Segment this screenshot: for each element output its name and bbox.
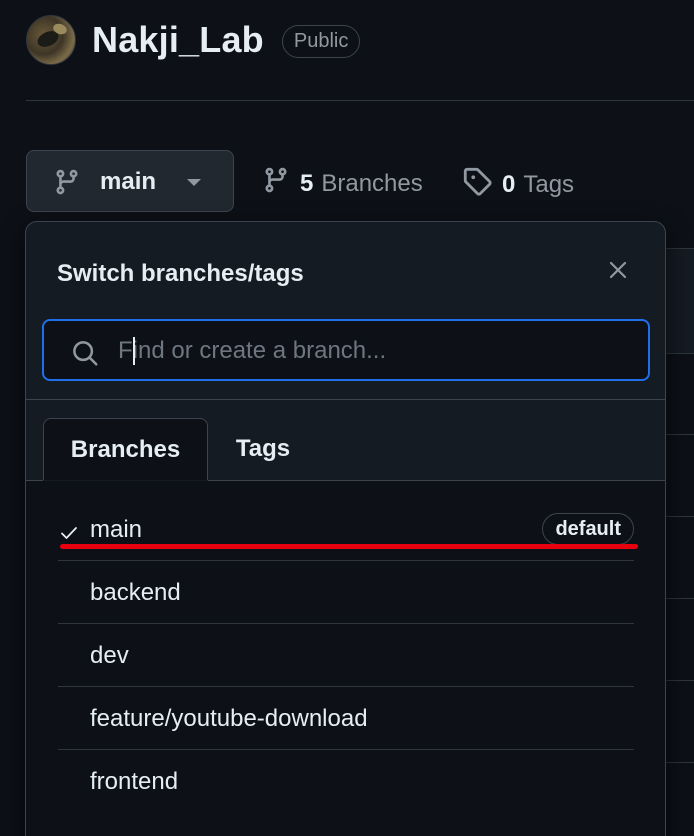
- branch-name: dev: [90, 642, 129, 669]
- tabs-baseline: [26, 480, 43, 481]
- switch-branches-dropdown: Switch branches/tags Branches Tags main: [25, 221, 666, 836]
- check-icon: [60, 526, 78, 545]
- dropdown-divider: [26, 399, 665, 400]
- branch-item-frontend[interactable]: frontend: [58, 750, 634, 813]
- background-divider: [666, 516, 694, 517]
- tag-icon: [462, 166, 492, 203]
- background-divider: [666, 680, 694, 681]
- branch-name: backend: [90, 579, 181, 606]
- avatar[interactable]: [26, 15, 76, 65]
- branch-item-backend[interactable]: backend: [58, 561, 634, 624]
- page: Nakji_Lab Public main 5 Branches 0 Tags …: [0, 0, 694, 836]
- background-divider: [666, 598, 694, 599]
- branch-select-button[interactable]: main: [26, 150, 234, 212]
- header-divider: [26, 100, 694, 101]
- branch-search-field[interactable]: [42, 319, 650, 381]
- tab-branches[interactable]: Branches: [43, 418, 208, 480]
- search-icon: [70, 338, 100, 373]
- branch-name: feature/youtube-download: [90, 705, 368, 732]
- branch-name: main: [90, 516, 143, 543]
- background-file-header: [666, 248, 694, 354]
- background-divider: [666, 434, 694, 435]
- close-icon[interactable]: [606, 258, 630, 282]
- red-annotation-underline: [60, 544, 638, 549]
- tags-count: 0: [502, 170, 516, 198]
- text-cursor: [133, 337, 135, 365]
- tab-tags[interactable]: Tags: [218, 418, 308, 480]
- git-branch-icon: [262, 166, 290, 201]
- branches-link[interactable]: 5 Branches: [262, 166, 423, 201]
- current-branch-label: main: [100, 168, 157, 195]
- branch-item-feature-youtube-download[interactable]: feature/youtube-download: [58, 687, 634, 750]
- repo-header: Nakji_Lab Public: [26, 14, 361, 66]
- branch-item-dev[interactable]: dev: [58, 624, 634, 687]
- branch-item-main[interactable]: main default: [58, 498, 634, 561]
- branches-count: 5: [300, 169, 314, 197]
- branch-name: frontend: [90, 768, 179, 795]
- branch-tag-tabs: Branches Tags: [42, 418, 650, 480]
- tags-label: Tags: [523, 170, 575, 198]
- tabs-baseline: [208, 480, 665, 481]
- default-badge: default: [542, 513, 634, 545]
- dropdown-title: Switch branches/tags: [57, 260, 304, 287]
- git-branch-icon: [53, 168, 81, 201]
- repo-name[interactable]: Nakji_Lab: [92, 19, 264, 61]
- visibility-badge: Public: [281, 24, 361, 58]
- caret-down-icon: [187, 179, 201, 186]
- branch-search-input[interactable]: [116, 331, 620, 371]
- background-divider: [666, 762, 694, 763]
- branches-label: Branches: [321, 169, 423, 197]
- tags-link[interactable]: 0 Tags: [462, 166, 574, 203]
